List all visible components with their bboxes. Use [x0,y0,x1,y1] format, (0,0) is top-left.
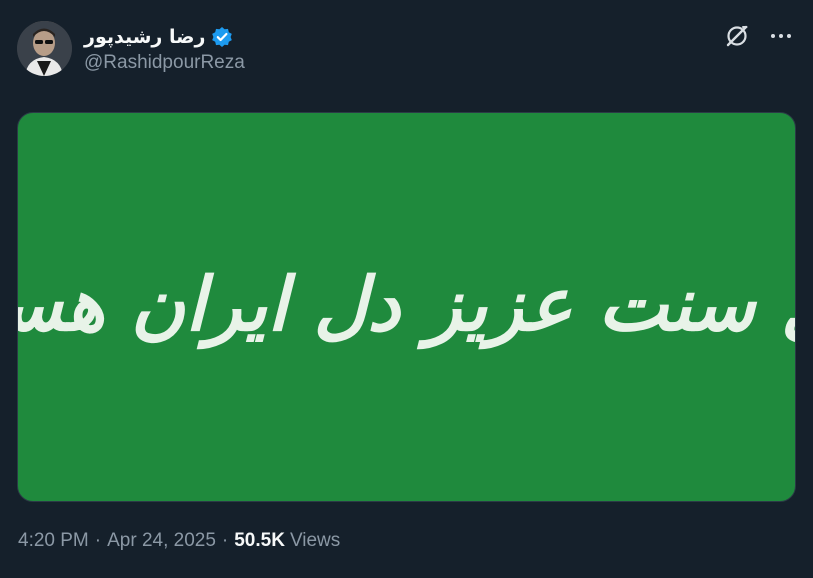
grok-icon[interactable] [723,22,751,50]
avatar-image [17,21,72,76]
views-count[interactable]: 50.5K [234,530,285,552]
tweet-media-image[interactable]: اهل سنت عزیز دل ایران هستند [17,112,796,502]
media-calligraphy-text: اهل سنت عزیز دل ایران هستند [18,262,795,348]
views-label: Views [289,530,341,551]
tweet: رضا رشیدپور @RashidpourReza اهل سنت [0,0,813,578]
tweet-meta: 4:20 PM · Apr 24, 2025 · 50.5K Views [18,530,340,552]
author-handle[interactable]: @RashidpourReza [84,52,245,74]
tweet-time[interactable]: 4:20 PM [18,530,89,552]
meta-separator: · [94,530,102,551]
tweet-date[interactable]: Apr 24, 2025 [107,530,216,552]
tweet-top-actions [723,22,795,50]
verified-badge-icon [211,26,233,48]
more-icon[interactable] [767,22,795,50]
meta-separator: · [221,530,229,551]
avatar[interactable] [17,21,72,76]
author-name-row[interactable]: رضا رشیدپور [84,24,233,50]
author-display-name[interactable]: رضا رشیدپور [84,26,205,48]
